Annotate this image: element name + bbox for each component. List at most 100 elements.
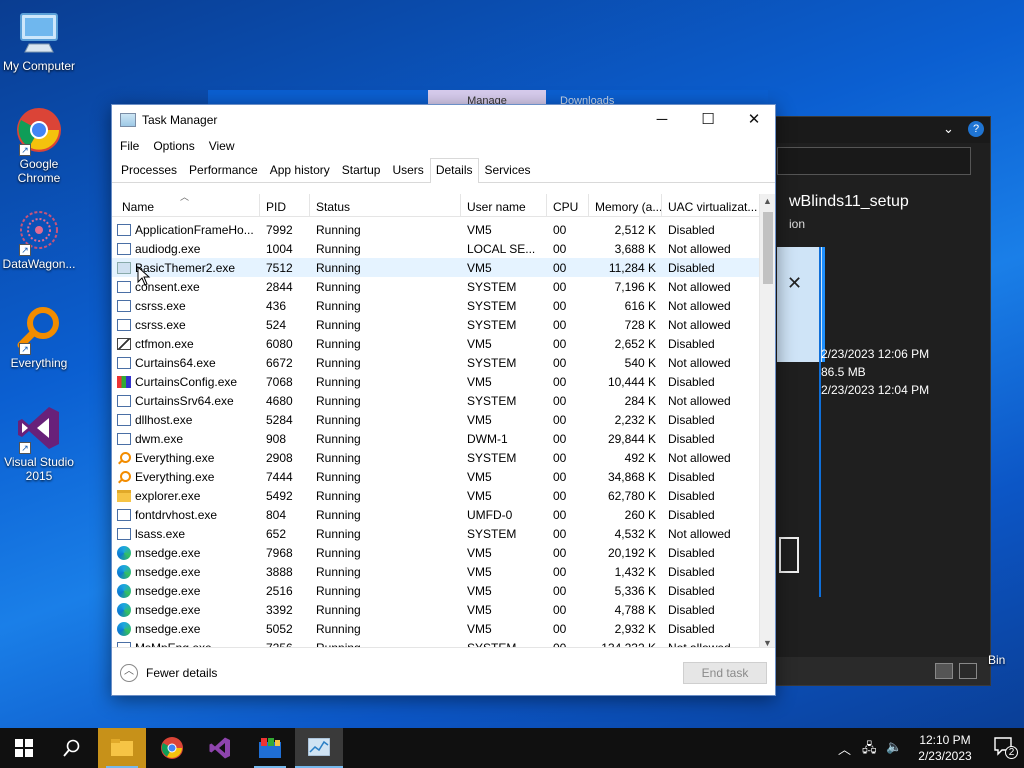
column-header-user-name[interactable]: User name [461, 194, 547, 216]
table-row[interactable]: msedge.exe 3392 Running VM5 00 4,788 K Disable… [112, 600, 775, 619]
close-icon[interactable]: ✕ [787, 273, 802, 294]
table-row[interactable]: dwm.exe 908 Running DWM-1 00 29,844 K Disabled [112, 429, 775, 448]
table-row[interactable]: CurtainsConfig.exe 7068 Running VM5 00 10,444… [112, 372, 775, 391]
process-cpu: 00 [553, 469, 567, 484]
table-row[interactable]: BasicThemer2.exe 7512 Running VM5 00 11,284 K… [112, 258, 775, 277]
visual-studio-icon [209, 737, 230, 759]
process-name: msedge.exe [135, 621, 201, 636]
column-header-cpu[interactable]: CPU [547, 194, 589, 216]
edge-icon [117, 602, 131, 617]
curtains-icon [117, 375, 131, 388]
menu-view[interactable]: View [209, 139, 235, 153]
table-row[interactable]: ctfmon.exe 6080 Running VM5 00 2,652 K Disable… [112, 334, 775, 353]
process-name: explorer.exe [135, 488, 201, 503]
tab-performance[interactable]: Performance [183, 158, 264, 182]
process-name-cell: msedge.exe [112, 583, 260, 598]
chevron-up-icon[interactable]: ︿ [838, 739, 851, 758]
large-icons-view-icon[interactable] [959, 663, 977, 679]
process-name-cell: csrss.exe [112, 299, 260, 313]
desktop-icon-google-chrome[interactable]: ↗ Google Chrome [0, 106, 78, 185]
process-uac: Disabled [668, 602, 715, 617]
menu-file[interactable]: File [120, 139, 139, 153]
taskbar-task-manager[interactable] [295, 728, 343, 768]
table-row[interactable]: msedge.exe 7968 Running VM5 00 20,192 K Disabl… [112, 543, 775, 562]
tab-users[interactable]: Users [386, 158, 429, 182]
process-pid: 908 [266, 431, 287, 446]
desktop-icon-visual-studio[interactable]: ↗ Visual Studio 2015 [0, 404, 78, 483]
process-name-cell: ctfmon.exe [112, 337, 260, 351]
system-clock[interactable]: 12:10 PM 2/23/2023 [910, 732, 980, 764]
title-bar[interactable]: Task Manager ─ ☐ ✕ [112, 105, 775, 135]
maximize-button[interactable]: ☐ [685, 105, 731, 135]
start-button[interactable] [0, 728, 48, 768]
fewer-details-button[interactable]: ︿ Fewer details [120, 664, 217, 682]
process-name: msedge.exe [135, 583, 201, 598]
table-row[interactable]: dllhost.exe 5284 Running VM5 00 2,232 K Disabl… [112, 410, 775, 429]
process-name-cell: explorer.exe [112, 489, 260, 503]
help-icon[interactable]: ? [968, 121, 984, 137]
taskbar-chrome[interactable] [148, 728, 196, 768]
details-view-icon[interactable] [935, 663, 953, 679]
tab-app-history[interactable]: App history [264, 158, 336, 182]
tab-services[interactable]: Services [479, 158, 537, 182]
network-icon[interactable]: 🖧 [862, 739, 877, 761]
checkbox-outline[interactable] [779, 537, 799, 573]
desktop-icon-everything[interactable]: ↗ Everything [0, 305, 78, 370]
process-pid: 7444 [266, 469, 293, 484]
process-cpu: 00 [553, 279, 567, 294]
tab-processes[interactable]: Processes [115, 158, 183, 182]
process-name: dwm.exe [135, 431, 184, 446]
process-pid: 4680 [266, 393, 293, 408]
tab-startup[interactable]: Startup [336, 158, 387, 182]
table-row[interactable]: ApplicationFrameHo... 7992 Running VM5 00 2,5… [112, 220, 775, 239]
table-row[interactable]: Curtains64.exe 6672 Running SYSTEM 00 540 K No… [112, 353, 775, 372]
table-row[interactable]: audiodg.exe 1004 Running LOCAL SE... 00 3,688… [112, 239, 775, 258]
desktop-icon-datawagon[interactable]: ↗ DataWagon... [0, 206, 78, 271]
close-button[interactable]: ✕ [731, 105, 777, 135]
minimize-button[interactable]: ─ [639, 105, 685, 135]
process-name: Curtains64.exe [135, 355, 216, 370]
taskbar-visual-studio[interactable] [196, 728, 244, 768]
scroll-up-icon[interactable]: ▲ [763, 196, 772, 206]
explorer-address-bar[interactable] [777, 147, 971, 175]
table-row[interactable]: lsass.exe 652 Running SYSTEM 00 4,532 K Not al… [112, 524, 775, 543]
tab-details[interactable]: Details [429, 158, 479, 183]
end-task-button[interactable]: End task [683, 662, 767, 684]
column-header-pid[interactable]: PID [260, 194, 310, 216]
taskbar-curtains-config[interactable] [246, 728, 294, 768]
table-row[interactable]: msedge.exe 5052 Running VM5 00 2,932 K Disable… [112, 619, 775, 638]
menu-options[interactable]: Options [153, 139, 194, 153]
process-cpu: 00 [553, 507, 567, 522]
volume-icon[interactable]: 🔈 [886, 739, 902, 755]
table-row[interactable]: csrss.exe 524 Running SYSTEM 00 728 K Not allo… [112, 315, 775, 334]
scrollbar-thumb[interactable] [763, 212, 773, 284]
table-row[interactable]: Everything.exe 7444 Running VM5 00 34,868 K Di… [112, 467, 775, 486]
taskbar-file-explorer[interactable] [98, 728, 146, 768]
column-header-uac[interactable]: UAC virtualizat... [662, 194, 759, 216]
background-explorer-window[interactable]: ⌄ ? wBlinds11_setup ion ✕ 2/23/2023 12:0… [748, 116, 991, 686]
table-row[interactable]: explorer.exe 5492 Running VM5 00 62,780 K Disa… [112, 486, 775, 505]
recycle-bin-label[interactable]: Bin [988, 653, 1005, 667]
table-row[interactable]: consent.exe 2844 Running SYSTEM 00 7,196 K Not… [112, 277, 775, 296]
table-row[interactable]: csrss.exe 436 Running SYSTEM 00 616 K Not allo… [112, 296, 775, 315]
table-row[interactable]: CurtainsSrv64.exe 4680 Running SYSTEM 00 284 … [112, 391, 775, 410]
process-name-cell: msedge.exe [112, 602, 260, 617]
window-icon [117, 508, 131, 521]
vertical-scrollbar[interactable]: ▲ ▼ [759, 194, 775, 650]
desktop-icon-my-computer[interactable]: My Computer [0, 8, 78, 73]
column-header-memory[interactable]: Memory (a... [589, 194, 662, 216]
table-row[interactable]: msedge.exe 3888 Running VM5 00 1,432 K Disable… [112, 562, 775, 581]
table-row[interactable]: fontdrvhost.exe 804 Running UMFD-0 00 260 K Di… [112, 505, 775, 524]
table-row[interactable]: msedge.exe 2516 Running VM5 00 5,336 K Disable… [112, 581, 775, 600]
task-manager-window[interactable]: Task Manager ─ ☐ ✕ File Options View Pro… [111, 104, 776, 696]
column-header-status[interactable]: Status [310, 194, 461, 216]
search-button[interactable] [48, 728, 96, 768]
chevron-down-icon[interactable]: ⌄ [943, 121, 954, 137]
process-name-cell: CurtainsSrv64.exe [112, 394, 260, 408]
process-cpu: 00 [553, 564, 567, 579]
table-row[interactable]: Everything.exe 2908 Running SYSTEM 00 492 K No… [112, 448, 775, 467]
process-memory: 4,788 K [614, 602, 656, 617]
process-uac: Disabled [668, 507, 715, 522]
process-status: Running [316, 564, 361, 579]
action-center-button[interactable]: 2 [994, 737, 1018, 759]
